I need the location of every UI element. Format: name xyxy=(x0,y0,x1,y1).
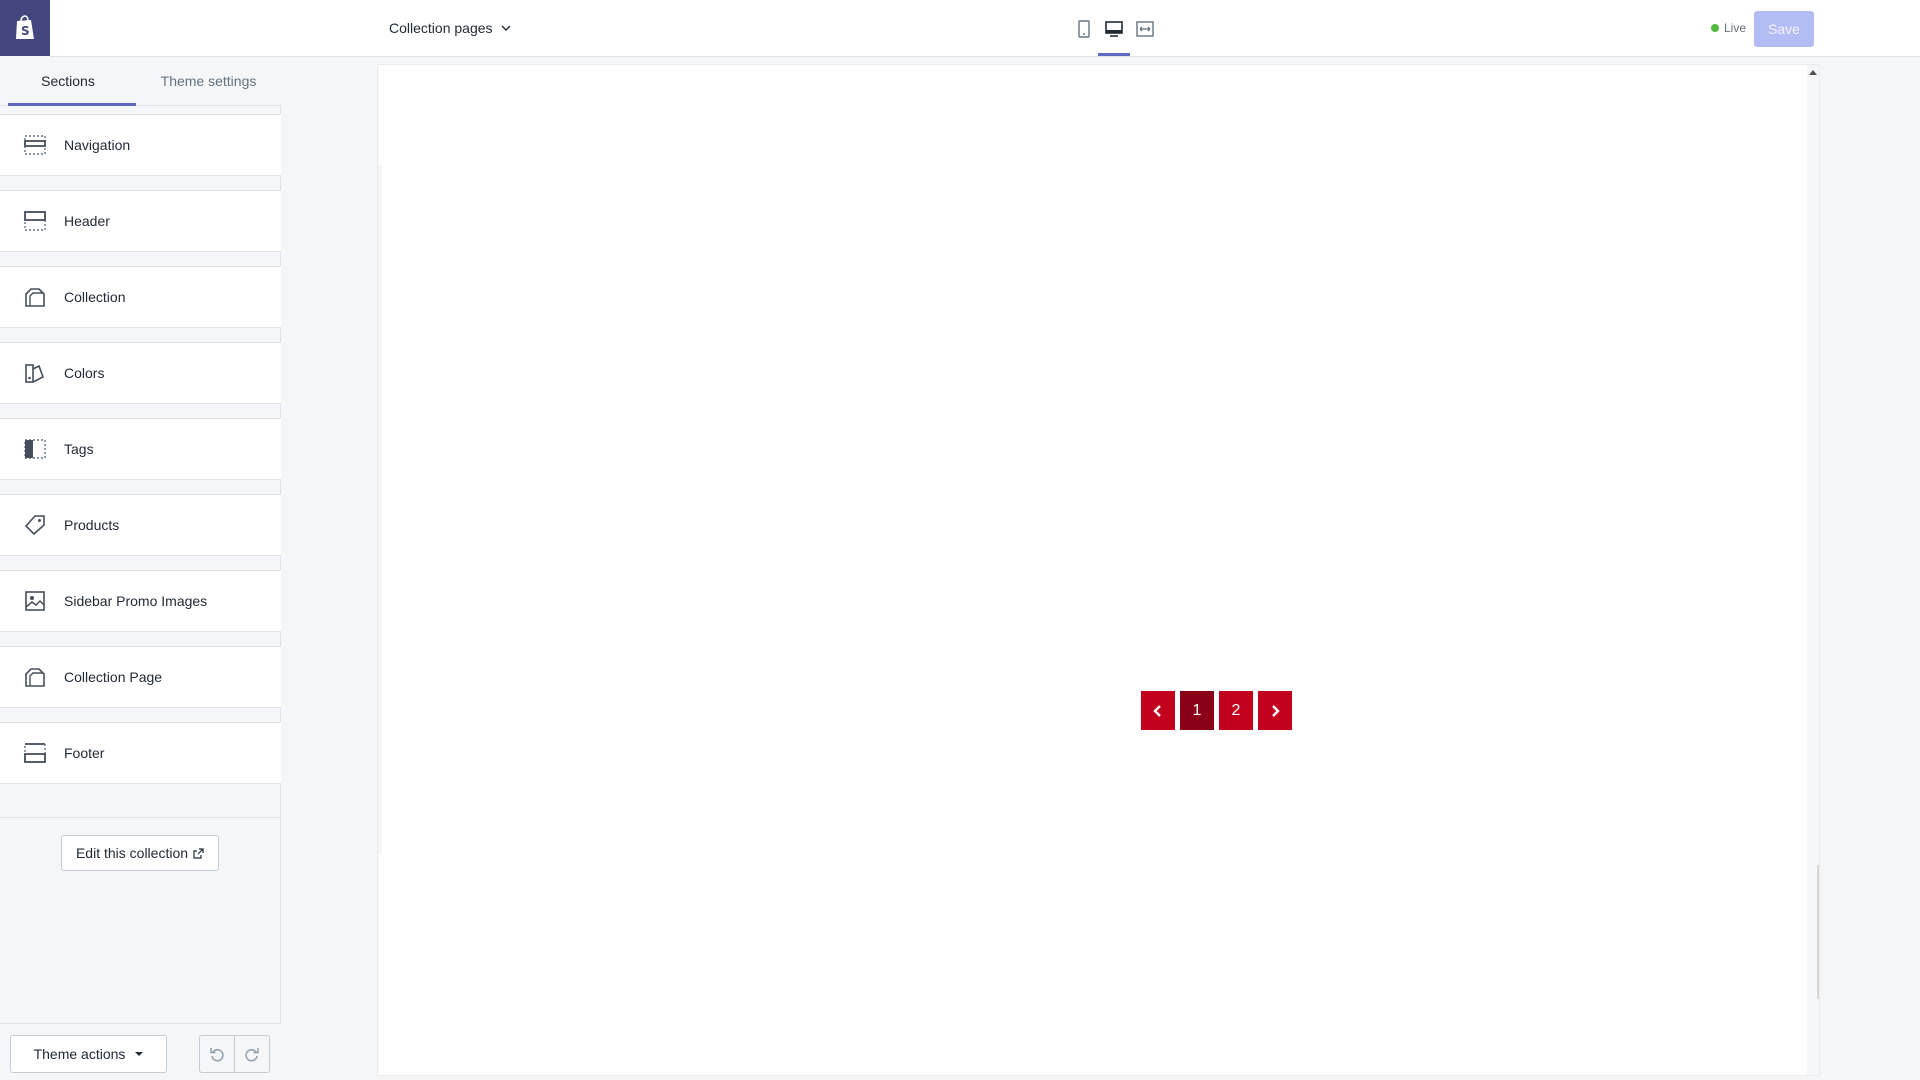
sidebar-footer: Theme actions xyxy=(0,1023,281,1080)
preview-content xyxy=(382,165,1807,1075)
svg-text:S: S xyxy=(21,24,30,38)
mobile-icon xyxy=(1078,20,1090,38)
page-type-select[interactable]: Collection pages xyxy=(389,18,511,38)
undo-icon xyxy=(210,1048,224,1062)
pagination-prev-button[interactable] xyxy=(1141,691,1175,730)
image-icon xyxy=(24,590,46,612)
undo-button[interactable] xyxy=(200,1036,234,1072)
collection-icon xyxy=(24,666,46,688)
theme-preview[interactable]: 1 2 xyxy=(378,65,1819,1075)
divider xyxy=(0,817,281,818)
tab-theme-settings-label: Theme settings xyxy=(160,73,257,89)
mobile-view-button[interactable] xyxy=(1071,16,1097,42)
expand-horizontal-icon xyxy=(1136,21,1154,37)
caret-down-icon xyxy=(135,1052,144,1056)
section-item-navigation[interactable]: Navigation xyxy=(0,114,281,176)
pagination-page-2[interactable]: 2 xyxy=(1219,691,1253,730)
preview-scrollbar-thumb[interactable] xyxy=(1817,865,1819,999)
redo-button[interactable] xyxy=(234,1036,269,1072)
shopify-bag-icon: S xyxy=(16,15,34,39)
footer-section-icon xyxy=(24,742,46,764)
section-label: Products xyxy=(64,517,120,533)
section-label: Navigation xyxy=(64,137,131,153)
tag-icon xyxy=(24,514,46,536)
chevron-down-icon xyxy=(501,25,511,31)
section-label: Collection xyxy=(64,289,126,305)
save-button[interactable]: Save xyxy=(1754,11,1814,47)
section-item-footer[interactable]: Footer xyxy=(0,722,281,784)
redo-icon xyxy=(245,1048,259,1062)
section-list: Navigation Header Collection Colors Tags xyxy=(0,114,281,798)
chevron-right-icon xyxy=(1272,704,1280,717)
sidebar: S Sections Theme settings Navigation Hea… xyxy=(0,0,281,1080)
section-label: Sidebar Promo Images xyxy=(64,593,208,609)
page-number: 2 xyxy=(1231,701,1241,719)
undo-redo-group xyxy=(199,1035,270,1073)
tab-sections-label: Sections xyxy=(41,73,95,89)
section-item-sidebar-promo-images[interactable]: Sidebar Promo Images xyxy=(0,570,281,632)
section-label: Header xyxy=(64,213,110,229)
edit-collection-label: Edit this collection xyxy=(75,845,189,861)
live-status-label: Live xyxy=(1724,21,1747,35)
tab-sections[interactable]: Sections xyxy=(0,57,136,106)
pagination: 1 2 xyxy=(1141,691,1297,730)
preview-header-area xyxy=(378,65,1807,165)
edit-collection-button[interactable]: Edit this collection xyxy=(61,835,219,871)
shopify-logo[interactable]: S xyxy=(0,0,50,56)
section-item-tags[interactable]: Tags xyxy=(0,418,281,480)
live-status: Live xyxy=(1711,21,1746,35)
chevron-left-icon xyxy=(1153,704,1161,717)
pagination-next-button[interactable] xyxy=(1258,691,1292,730)
section-item-collection-page[interactable]: Collection Page xyxy=(0,646,281,708)
editor-topbar: Collection pages Live Save xyxy=(281,0,1920,57)
live-status-dot xyxy=(1711,24,1719,32)
desktop-icon xyxy=(1105,21,1123,37)
section-item-collection[interactable]: Collection xyxy=(0,266,281,328)
page-type-label: Collection pages xyxy=(389,20,493,36)
theme-actions-label: Theme actions xyxy=(33,1046,126,1062)
fullscreen-view-button[interactable] xyxy=(1132,16,1158,42)
sidebar-tabs: Sections Theme settings xyxy=(0,57,281,106)
section-label: Colors xyxy=(64,365,105,381)
external-link-icon xyxy=(193,847,204,859)
page-number: 1 xyxy=(1192,701,1202,719)
theme-actions-button[interactable]: Theme actions xyxy=(10,1035,167,1073)
tags-sidebar-icon xyxy=(24,438,46,460)
active-device-indicator xyxy=(1098,53,1130,56)
desktop-view-button[interactable] xyxy=(1101,16,1127,42)
colors-icon xyxy=(24,362,46,384)
section-item-products[interactable]: Products xyxy=(0,494,281,556)
section-item-header[interactable]: Header xyxy=(0,190,281,252)
header-section-icon xyxy=(24,210,46,232)
pagination-page-1[interactable]: 1 xyxy=(1180,691,1214,730)
scroll-up-arrow-icon[interactable] xyxy=(1808,67,1818,77)
tab-theme-settings[interactable]: Theme settings xyxy=(136,57,281,105)
sidebar-topbar xyxy=(50,0,281,57)
section-item-colors[interactable]: Colors xyxy=(0,342,281,404)
save-button-label: Save xyxy=(1768,21,1800,37)
section-label: Footer xyxy=(64,745,105,761)
section-label: Collection Page xyxy=(64,669,163,685)
section-label: Tags xyxy=(64,441,94,457)
collection-icon xyxy=(24,286,46,308)
navigation-section-icon xyxy=(24,134,46,156)
